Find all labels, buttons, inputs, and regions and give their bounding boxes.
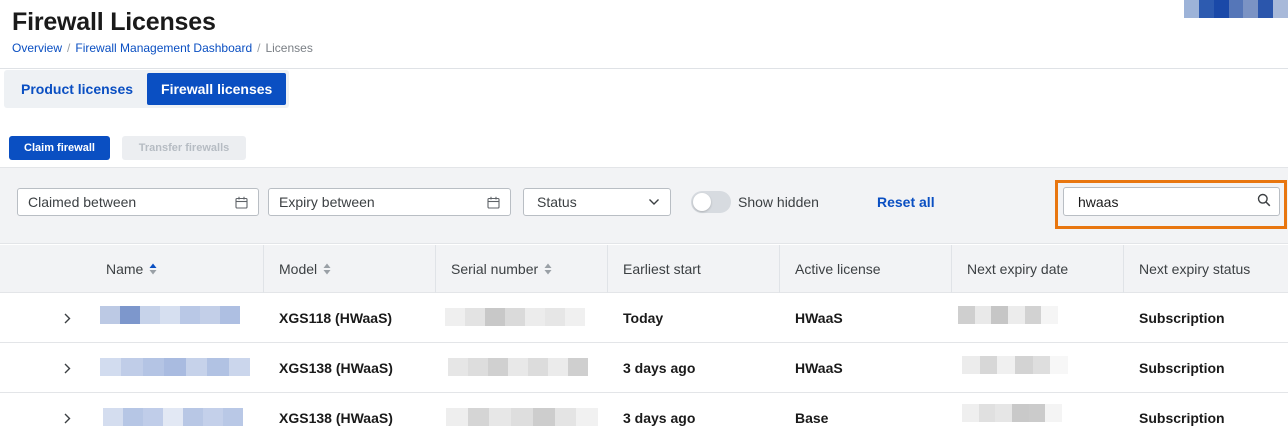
cell-earliest-start: 3 days ago: [623, 360, 696, 376]
redacted-expiry-date: [958, 306, 1059, 324]
cell-earliest-start: 3 days ago: [623, 410, 696, 426]
show-hidden-label: Show hidden: [738, 194, 819, 210]
cell-model: XGS138 (HWaaS): [279, 410, 393, 426]
column-header-next-expiry-status: Next expiry status: [1123, 245, 1288, 293]
redacted-name[interactable]: [100, 358, 250, 376]
cell-next-expiry-status: Subscription: [1139, 310, 1225, 326]
toggle-knob: [693, 193, 711, 211]
column-header-active-license: Active license: [779, 245, 951, 293]
column-header-earliest-start: Earliest start: [607, 245, 779, 293]
cell-model: XGS138 (HWaaS): [279, 360, 393, 376]
cell-active-license: HWaaS: [795, 310, 843, 326]
table-row[interactable]: XGS138 (HWaaS) 3 days ago Base Subscript…: [0, 393, 1288, 442]
claimed-between-field[interactable]: Claimed between: [17, 188, 259, 216]
breadcrumb-current: Licenses: [265, 41, 313, 55]
table-row[interactable]: XGS138 (HWaaS) 3 days ago HWaaS Subscrip…: [0, 343, 1288, 393]
sort-ascending-icon[interactable]: [149, 263, 157, 275]
tab-product-licenses[interactable]: Product licenses: [7, 73, 147, 105]
column-header-name[interactable]: Name: [90, 245, 263, 293]
calendar-icon: [487, 196, 500, 209]
cell-next-expiry-status: Subscription: [1139, 410, 1225, 426]
redacted-serial: [446, 408, 599, 426]
breadcrumb-separator: /: [67, 41, 71, 55]
header-divider: [0, 68, 1288, 69]
redacted-name[interactable]: [100, 306, 240, 324]
table-header: Name Model Serial number Earliest start …: [0, 245, 1288, 293]
redacted-name[interactable]: [103, 408, 243, 426]
column-header-label: Model: [279, 261, 318, 277]
chevron-right-icon[interactable]: [60, 360, 74, 376]
redacted-serial: [445, 308, 585, 326]
chevron-down-icon: [648, 198, 660, 206]
sort-icon[interactable]: [544, 263, 552, 275]
column-header-label: Serial number: [451, 261, 539, 277]
sort-icon[interactable]: [323, 263, 331, 275]
expiry-between-placeholder: Expiry between: [279, 194, 375, 210]
column-header-model[interactable]: Model: [263, 245, 435, 293]
cell-active-license: HWaaS: [795, 360, 843, 376]
reset-all-link[interactable]: Reset all: [877, 194, 935, 210]
redacted-serial: [448, 358, 588, 376]
redacted-expiry-date: [962, 404, 1063, 422]
status-dropdown-label: Status: [537, 194, 577, 210]
column-header-serial[interactable]: Serial number: [435, 245, 607, 293]
calendar-icon: [235, 196, 248, 209]
search-icon[interactable]: [1257, 193, 1271, 210]
column-header-label: Earliest start: [623, 261, 701, 277]
column-header-label: Next expiry date: [967, 261, 1069, 277]
expiry-between-field[interactable]: Expiry between: [268, 188, 511, 216]
table-row[interactable]: XGS118 (HWaaS) Today HWaaS Subscription: [0, 293, 1288, 343]
breadcrumb-overview[interactable]: Overview: [12, 41, 62, 55]
cell-active-license: Base: [795, 410, 829, 426]
column-header-label: Next expiry status: [1139, 261, 1251, 277]
breadcrumb-separator: /: [257, 41, 261, 55]
column-header-label: Active license: [795, 261, 881, 277]
tab-firewall-licenses[interactable]: Firewall licenses: [147, 73, 287, 105]
cell-model: XGS118 (HWaaS): [279, 310, 393, 326]
search-input-value: hwaas: [1078, 193, 1119, 210]
page-title: Firewall Licenses: [12, 8, 216, 36]
chevron-right-icon[interactable]: [60, 410, 74, 426]
claim-firewall-button[interactable]: Claim firewall: [9, 136, 110, 160]
breadcrumb-dashboard[interactable]: Firewall Management Dashboard: [75, 41, 252, 55]
column-header-label: Name: [106, 261, 144, 277]
brand-graphic: [1184, 0, 1288, 18]
chevron-right-icon[interactable]: [60, 310, 74, 326]
search-input[interactable]: hwaas: [1063, 187, 1280, 216]
claimed-between-placeholder: Claimed between: [28, 194, 137, 210]
cell-earliest-start: Today: [623, 310, 664, 326]
transfer-firewalls-button[interactable]: Transfer firewalls: [122, 136, 246, 160]
show-hidden-toggle[interactable]: [691, 191, 731, 213]
license-tabs: Product licenses Firewall licenses: [4, 70, 290, 108]
status-dropdown[interactable]: Status: [523, 188, 671, 216]
redacted-expiry-date: [962, 356, 1069, 374]
cell-next-expiry-status: Subscription: [1139, 360, 1225, 376]
breadcrumb: Overview / Firewall Management Dashboard…: [12, 41, 313, 55]
column-header-next-expiry-date: Next expiry date: [951, 245, 1123, 293]
